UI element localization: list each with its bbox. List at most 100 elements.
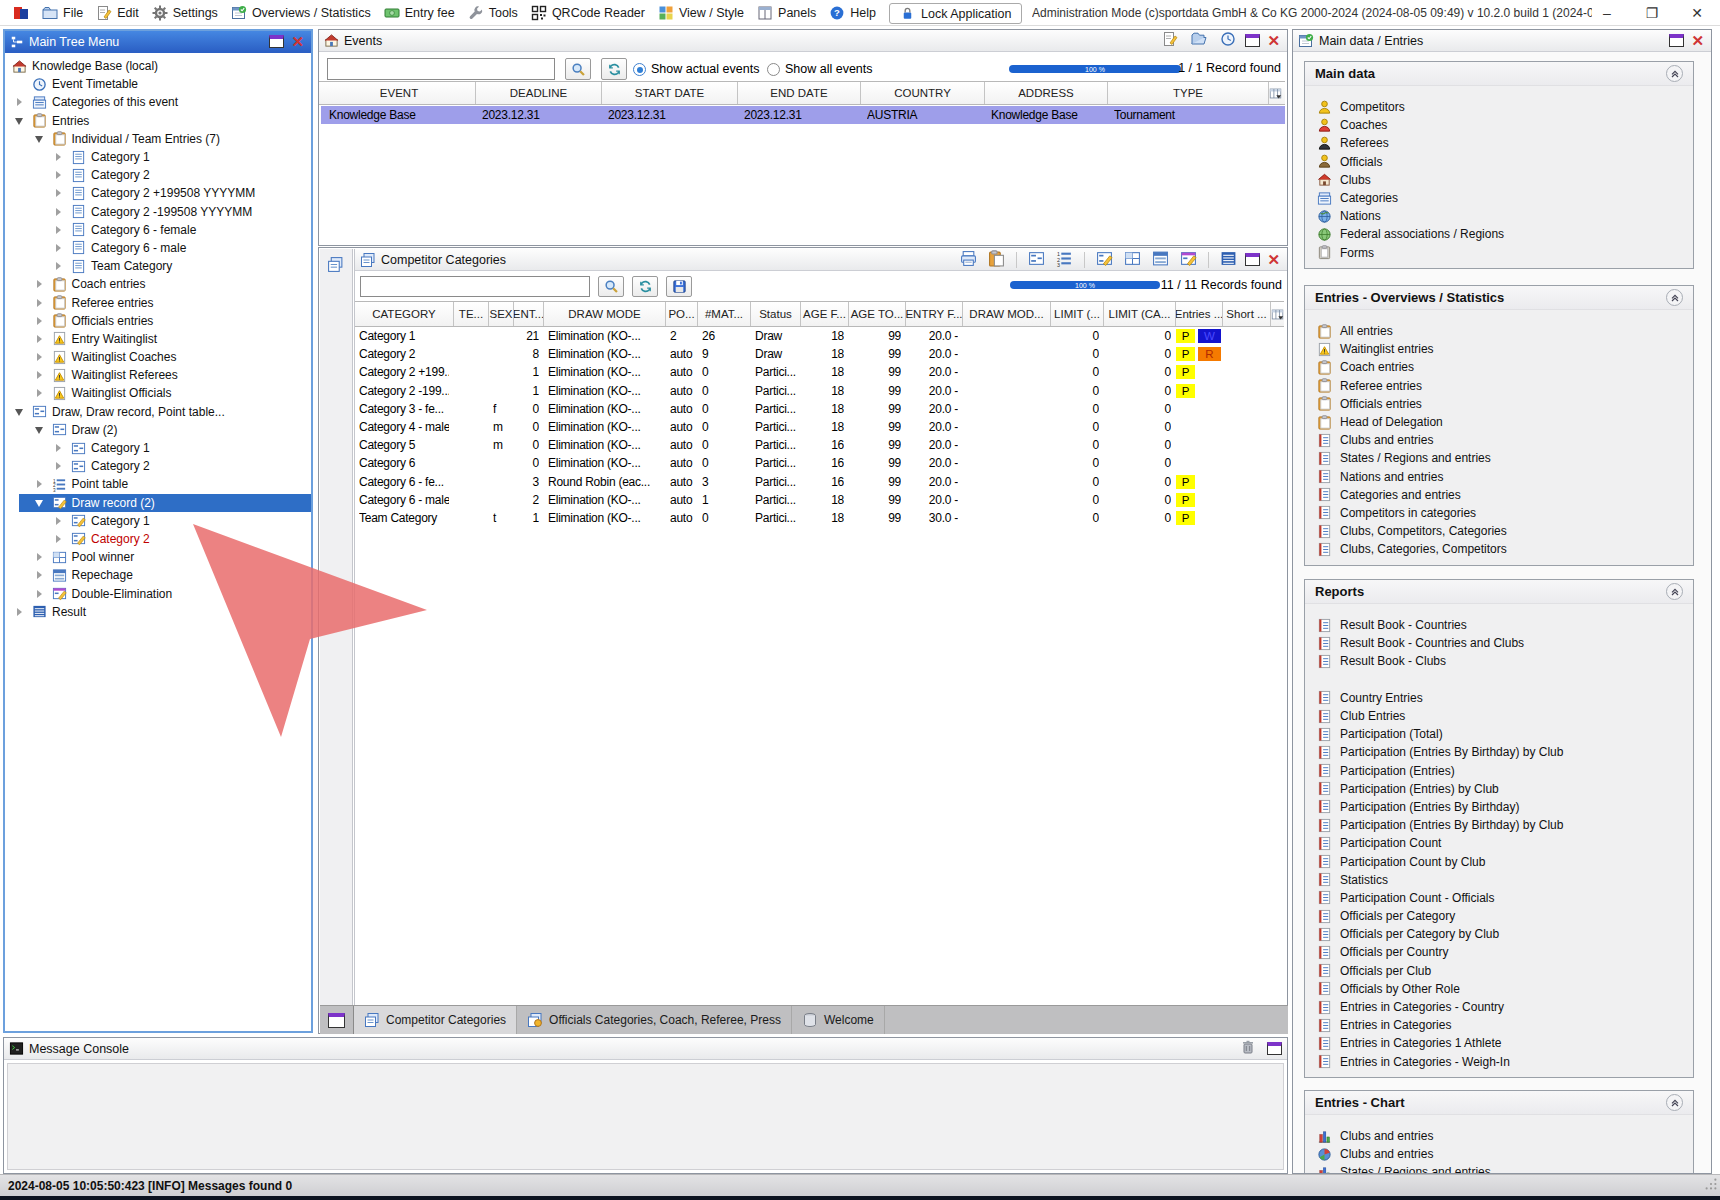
panel-item-officials-by-other-role[interactable]: Officials by Other Role: [1305, 980, 1693, 998]
radio-show-actual-events[interactable]: [633, 63, 646, 76]
menu-item-qrcode-reader[interactable]: QRCode Reader: [531, 5, 645, 21]
categories-table-row[interactable]: Category 2 -199...1Elimination (KO-...au…: [355, 382, 1284, 400]
tree-item-entries[interactable]: Entries: [5, 112, 311, 130]
panel-item-waitinglist-entries[interactable]: Waitinglist entries: [1305, 340, 1693, 358]
panel-item-referee-entries[interactable]: Referee entries: [1305, 377, 1693, 395]
column-header-deadline[interactable]: DEADLINE: [476, 82, 602, 104]
tree-arrow[interactable]: [33, 480, 52, 488]
filter-icon[interactable]: [1269, 86, 1282, 104]
lock-application-button[interactable]: Lock Application: [889, 3, 1022, 24]
tree-item-categories-of-this-event[interactable]: Categories of this event: [5, 93, 311, 111]
tree-arrow[interactable]: [52, 189, 71, 197]
panel-item-officials-per-category[interactable]: Officials per Category: [1305, 907, 1693, 925]
maximize-icon[interactable]: [1669, 34, 1684, 47]
panel-item-clubs-competitors-categories[interactable]: Clubs, Competitors, Categories: [1305, 522, 1693, 540]
categories-table-row[interactable]: Category 2 +199...1Elimination (KO-...au…: [355, 363, 1284, 381]
menu-item-tools[interactable]: Tools: [468, 5, 518, 21]
events-search-input[interactable]: [327, 58, 555, 80]
toolbar-dblelim-button[interactable]: [1180, 250, 1197, 270]
tree-arrow[interactable]: [33, 498, 52, 507]
menu-item-x[interactable]: [13, 5, 29, 21]
panel-item-head-of-delegation[interactable]: Head of Delegation: [1305, 413, 1693, 431]
panel-item-clubs-and-entries[interactable]: Clubs and entries: [1305, 431, 1693, 449]
panel-item-entries-in-categories-weigh-in[interactable]: Entries in Categories - Weigh-In: [1305, 1053, 1693, 1071]
panel-item-coach-entries[interactable]: Coach entries: [1305, 358, 1693, 376]
panel-item-entries-in-categories-1-athlete[interactable]: Entries in Categories 1 Athlete: [1305, 1034, 1693, 1052]
toolbar-paste-button[interactable]: [988, 250, 1005, 270]
panel-item-federal-associations-regions[interactable]: Federal associations / Regions: [1305, 225, 1693, 243]
column-header-sex[interactable]: SEX: [489, 302, 514, 326]
tree-arrow[interactable]: [52, 462, 71, 470]
column-header-entries[interactable]: Entries ...: [1176, 302, 1223, 326]
column-header-category[interactable]: CATEGORY: [355, 302, 454, 326]
tree-item-event-timetable[interactable]: Event Timetable: [5, 75, 311, 93]
tree-item-category-2[interactable]: Category 2: [5, 530, 311, 548]
search-button[interactable]: [598, 276, 624, 297]
tree-item-category-2-199508-yyyymm[interactable]: Category 2 +199508 YYYYMM: [5, 184, 311, 202]
panel-item-statistics[interactable]: Statistics: [1305, 871, 1693, 889]
panel-item-nations-and-entries[interactable]: Nations and entries: [1305, 468, 1693, 486]
panel-item-nations[interactable]: Nations: [1305, 207, 1693, 225]
tree-item-category-6-male[interactable]: Category 6 - male: [5, 239, 311, 257]
tree-item-entry-waitinglist[interactable]: Entry Waitinglist: [5, 330, 311, 348]
tree-item-point-table[interactable]: 123Point table: [5, 475, 311, 493]
close-icon[interactable]: ✕: [289, 34, 306, 49]
tree-item-category-2[interactable]: Category 2: [5, 457, 311, 475]
tab-competitor-categories[interactable]: Competitor Categories: [353, 1006, 517, 1034]
close-icon[interactable]: ✕: [1689, 33, 1706, 48]
menu-item-entry-fee[interactable]: Entry fee: [384, 5, 455, 21]
filter-icon[interactable]: [1271, 307, 1284, 325]
panel-item-officials[interactable]: Officials: [1305, 153, 1693, 171]
column-header-draw-mod[interactable]: DRAW MOD...: [963, 302, 1051, 326]
tree-item-draw-draw-record-point-table[interactable]: Draw, Draw record, Point table...: [5, 403, 311, 421]
tree-arrow[interactable]: [33, 425, 52, 434]
panel-item-clubs-and-entries[interactable]: Clubs and entries: [1305, 1127, 1693, 1145]
tree-arrow[interactable]: [33, 299, 52, 307]
column-header-te[interactable]: TE...: [454, 302, 489, 326]
toolbar-ptable-button[interactable]: 123: [1056, 250, 1073, 270]
close-icon[interactable]: ✕: [1265, 252, 1282, 267]
panel-item-clubs-and-entries[interactable]: Clubs and entries: [1305, 1145, 1693, 1163]
tree-arrow[interactable]: [13, 116, 32, 125]
tree-arrow[interactable]: [52, 444, 71, 452]
tree-item-category-1[interactable]: Category 1: [5, 439, 311, 457]
tree-arrow[interactable]: [13, 98, 32, 106]
toolbar-printer-button[interactable]: [960, 250, 977, 270]
panel-item-entries-in-categories[interactable]: Entries in Categories: [1305, 1016, 1693, 1034]
tree-item-double-elimination[interactable]: Double-Elimination: [5, 584, 311, 602]
categories-table-row[interactable]: Category 60Elimination (KO-...auto0Parti…: [355, 454, 1284, 472]
categories-search-input[interactable]: [360, 276, 590, 297]
tree-arrow[interactable]: [33, 571, 52, 579]
categories-table-row[interactable]: Category 6 - male2Elimination (KO-...aut…: [355, 491, 1284, 509]
categories-table-row[interactable]: Team Categoryt1Elimination (KO-...auto0P…: [355, 509, 1284, 527]
panel-item-officials-per-club[interactable]: Officials per Club: [1305, 962, 1693, 980]
column-header-status[interactable]: Status: [751, 302, 801, 326]
categories-table-row[interactable]: Category 3 - fe...f0Elimination (KO-...a…: [355, 400, 1284, 418]
maximize-icon[interactable]: [1245, 253, 1260, 266]
refresh-button[interactable]: [601, 58, 627, 80]
collapse-icon[interactable]: [1666, 289, 1683, 306]
panel-item-participation-entries-by-birthday-by-clu[interactable]: Participation (Entries By Birthday) by C…: [1305, 816, 1693, 834]
tree-arrow[interactable]: [52, 517, 71, 525]
panel-item-referees[interactable]: Referees: [1305, 134, 1693, 152]
events-toolbar-folderopen[interactable]: [1191, 31, 1207, 50]
toolbar-drawrec-button[interactable]: [1096, 250, 1113, 270]
collapse-icon[interactable]: [1666, 1094, 1683, 1111]
tree-item-individual-team-entries-7[interactable]: Individual / Team Entries (7): [5, 130, 311, 148]
panel-item-categories-and-entries[interactable]: Categories and entries: [1305, 486, 1693, 504]
column-header-mat[interactable]: #MAT...: [698, 302, 751, 326]
categories-table-row[interactable]: Category 5m0Elimination (KO-...auto0Part…: [355, 436, 1284, 454]
tree-arrow[interactable]: [52, 208, 71, 216]
tree-item-waitinglist-coaches[interactable]: Waitinglist Coaches: [5, 348, 311, 366]
column-header-limit-ca[interactable]: LIMIT (CA...: [1104, 302, 1176, 326]
tree-item-draw-2[interactable]: Draw (2): [5, 421, 311, 439]
panel-item-participation-total[interactable]: Participation (Total): [1305, 725, 1693, 743]
tree-item-coach-entries[interactable]: Coach entries: [5, 275, 311, 293]
minimize-button[interactable]: –: [1593, 0, 1621, 26]
close-icon[interactable]: ✕: [1265, 33, 1282, 48]
column-header-ent[interactable]: ENT...: [514, 302, 544, 326]
panel-item-clubs-categories-competitors[interactable]: Clubs, Categories, Competitors: [1305, 540, 1693, 558]
menu-item-settings[interactable]: Settings: [152, 5, 218, 21]
column-header-age-f[interactable]: AGE F...: [801, 302, 849, 326]
categories-table-row[interactable]: Category 4 - malem0Elimination (KO-...au…: [355, 418, 1284, 436]
